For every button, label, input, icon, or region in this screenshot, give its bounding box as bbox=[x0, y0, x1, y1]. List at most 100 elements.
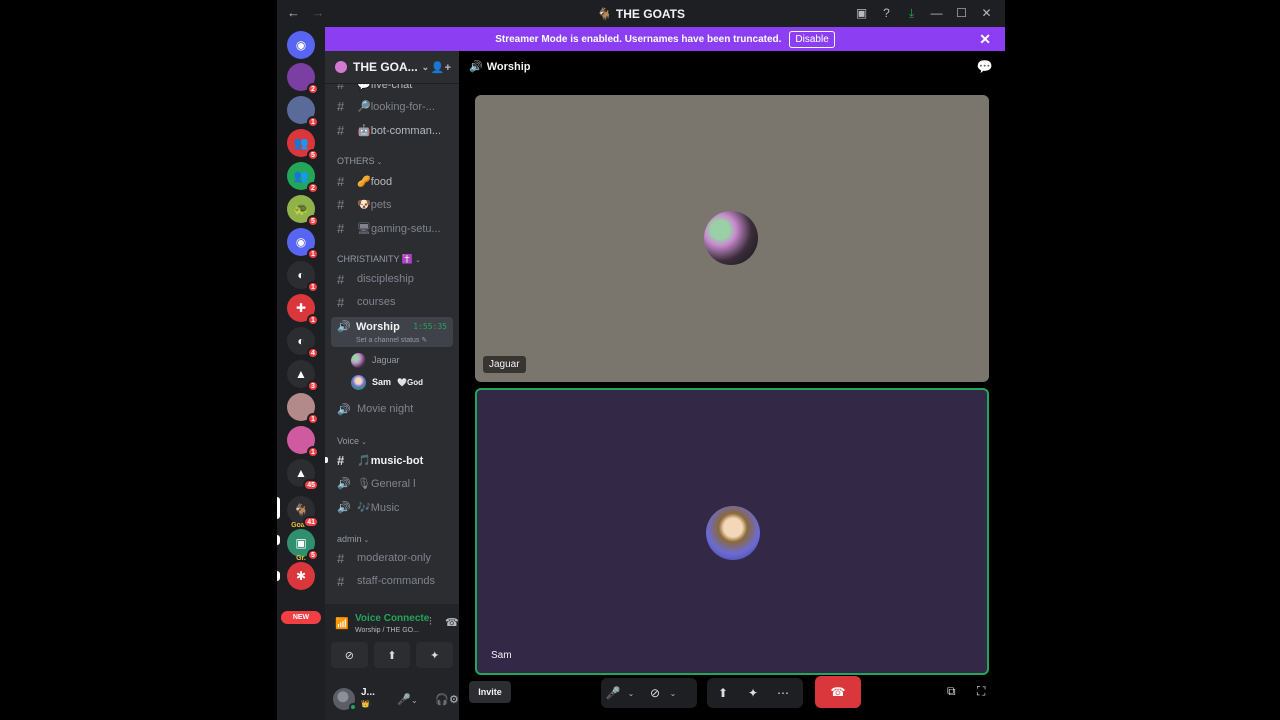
channel-staff-commands[interactable]: # staff-commands bbox=[331, 570, 453, 592]
microphone-icon[interactable]: 🎤 bbox=[397, 693, 411, 706]
pop-out-icon[interactable]: ⧉ bbox=[947, 684, 956, 699]
server-icon[interactable]: ◐ 1 bbox=[287, 261, 319, 293]
server-icon[interactable]: ✱ bbox=[287, 562, 315, 590]
activities-icon[interactable]: ✦ bbox=[741, 686, 765, 700]
server-icon[interactable]: ▲ 3 bbox=[287, 360, 319, 392]
mention-badge: 5 bbox=[307, 149, 319, 161]
banner-close-icon[interactable]: ✕ bbox=[979, 31, 991, 48]
minimize-icon[interactable]: — bbox=[924, 4, 949, 22]
signal-icon[interactable]: 📶 bbox=[335, 617, 349, 630]
hash-icon: # bbox=[337, 550, 345, 566]
server-icon[interactable]: 1 bbox=[287, 393, 319, 425]
maximize-icon[interactable]: ☐ bbox=[949, 4, 974, 22]
screen-share-icon[interactable]: ⬆ bbox=[711, 686, 735, 700]
speaker-icon: 🔊 bbox=[337, 477, 351, 490]
participant-tile-sam[interactable]: Sam bbox=[475, 388, 989, 675]
hang-up-button[interactable]: ☎ bbox=[815, 676, 861, 708]
category-voice[interactable]: Voice ⌄ bbox=[337, 436, 367, 446]
speaker-icon: 🔊 bbox=[337, 403, 351, 416]
guild-name: THE GOA... bbox=[353, 60, 418, 74]
guild-header[interactable]: THE GOA... ⌄ 👤+ bbox=[325, 51, 459, 84]
channel-music-bot[interactable]: # 🎵music-bot bbox=[331, 449, 453, 471]
invite-button[interactable]: Invite bbox=[469, 681, 511, 703]
channel-sidebar: THE GOA... ⌄ 👤+ # 💬five-chat # 🔎looking-fo… bbox=[325, 51, 459, 720]
voice-channel-general[interactable]: 🔊 🎙General l bbox=[331, 472, 453, 494]
microphone-icon[interactable]: 🎤 bbox=[601, 686, 625, 700]
user-name[interactable]: J... bbox=[361, 687, 375, 698]
server-icon[interactable]: ◉ 1 bbox=[287, 228, 319, 260]
server-icon[interactable]: ▣ Gr. 5 bbox=[287, 529, 319, 562]
mention-badge: 1 bbox=[307, 281, 319, 293]
server-icon[interactable]: 👥 2 bbox=[287, 162, 319, 194]
voice-call-area: 🔊 Worship 💬 Jaguar Sam Invite 🎤 ⌄ ⊘ ⌄ ⬆ ✦… bbox=[459, 51, 1005, 720]
invite-people-icon[interactable]: 👤+ bbox=[431, 61, 451, 74]
user-panel: J... 👑· 🎤 ⌄ 🎧 ⚙ bbox=[325, 678, 459, 720]
download-icon[interactable]: ⤓ bbox=[899, 4, 924, 22]
server-icon[interactable]: 1 bbox=[287, 426, 319, 458]
hash-icon: # bbox=[337, 271, 345, 287]
noise-suppression-icon[interactable]: ⫶ bbox=[429, 616, 432, 629]
close-icon[interactable]: ✕ bbox=[974, 4, 999, 22]
server-icon[interactable]: 1 bbox=[287, 96, 319, 128]
server-icon[interactable]: ✚ 1 bbox=[287, 294, 319, 326]
voice-channel-worship[interactable]: 🔊 Worship 1:55:35 Set a channel status ✎ bbox=[331, 317, 453, 347]
hash-icon: # bbox=[337, 220, 345, 236]
category-others[interactable]: OTHERS ⌄ bbox=[337, 156, 382, 166]
hash-icon: # bbox=[337, 98, 345, 114]
call-header: 🔊 Worship bbox=[469, 60, 531, 73]
help-icon[interactable]: ? bbox=[874, 4, 899, 22]
hash-icon: # bbox=[337, 122, 345, 138]
server-icon[interactable]: ▲ 45 bbox=[287, 459, 319, 491]
channel-gaming-setup[interactable]: # 🖥gaming-setu... bbox=[331, 217, 453, 239]
camera-off-button[interactable]: ⊘ bbox=[331, 642, 368, 668]
camera-off-icon[interactable]: ⊘ bbox=[643, 686, 667, 700]
server-icon[interactable]: 👥 5 bbox=[287, 129, 319, 161]
more-options-icon[interactable]: ⋯ bbox=[771, 686, 795, 700]
gear-icon[interactable]: ⚙ bbox=[449, 693, 459, 706]
chevron-down-icon[interactable]: ⌄ bbox=[625, 689, 637, 698]
voice-user-sam[interactable]: Sam 🤍God bbox=[351, 373, 423, 391]
voice-connected-subtitle[interactable]: Worship / THE GO... bbox=[355, 627, 419, 634]
share-activity-group: ⬆ ✦ ⋯ bbox=[707, 678, 803, 708]
voice-channel-movie-night[interactable]: 🔊 Movie night bbox=[331, 398, 453, 420]
category-christianity[interactable]: CHRISTIANITY ✝️ ⌄ bbox=[337, 254, 421, 265]
fullscreen-icon[interactable]: ⛶ bbox=[977, 684, 985, 699]
headphones-icon[interactable]: 🎧 bbox=[435, 693, 449, 706]
channel-looking-for[interactable]: # 🔎looking-for-... bbox=[331, 95, 453, 117]
server-icon[interactable]: 🐐 Goats 41 bbox=[287, 496, 319, 529]
avatar bbox=[351, 374, 366, 390]
mention-badge: 1 bbox=[307, 413, 319, 425]
hash-icon: # bbox=[337, 294, 345, 310]
channel-food[interactable]: # 🥜food bbox=[331, 170, 453, 192]
chevron-down-icon[interactable]: ⌄ bbox=[411, 696, 418, 705]
screen-share-button[interactable]: ⬆ bbox=[373, 642, 411, 668]
voice-channel-music[interactable]: 🔊 🎶Music bbox=[331, 496, 453, 518]
chevron-down-icon[interactable]: ⌄ bbox=[667, 689, 679, 698]
chat-bubble-icon[interactable]: 💬 bbox=[977, 59, 993, 75]
channel-bot-commands[interactable]: # 🤖bot-comman... bbox=[331, 119, 453, 141]
server-icon[interactable]: 2 bbox=[287, 63, 319, 95]
channel-pets[interactable]: # 🐶pets bbox=[331, 193, 453, 215]
server-icon[interactable]: ◐ 4 bbox=[287, 327, 319, 359]
disconnect-icon[interactable]: ☎ bbox=[445, 616, 459, 629]
voice-connected-title[interactable]: Voice Connected bbox=[355, 613, 429, 624]
hash-icon: # bbox=[337, 173, 345, 189]
activities-button[interactable]: ✦ bbox=[416, 642, 454, 668]
worship-channel-name: Worship bbox=[356, 321, 400, 333]
server-icon[interactable]: 🐢 5 bbox=[287, 195, 319, 227]
discord-home-icon[interactable]: ◉ bbox=[287, 31, 315, 59]
hash-icon: # bbox=[337, 452, 345, 468]
online-status bbox=[349, 703, 357, 711]
title-bar: ← → 🐐 THE GOATS ▣ ? ⤓ — ☐ ✕ bbox=[277, 0, 1005, 27]
channel-courses[interactable]: # courses bbox=[331, 291, 453, 313]
window-controls: ▣ ? ⤓ — ☐ ✕ bbox=[849, 4, 999, 22]
voice-user-jaguar[interactable]: Jaguar bbox=[351, 351, 400, 369]
inbox-icon[interactable]: ▣ bbox=[849, 4, 874, 22]
chevron-down-icon: ⌄ bbox=[421, 61, 430, 72]
channel-moderator-only[interactable]: # moderator-only bbox=[331, 547, 453, 569]
category-admin[interactable]: admin ⌄ bbox=[337, 534, 369, 544]
channel-discipleship[interactable]: # discipleship bbox=[331, 268, 453, 290]
disable-streamer-mode-button[interactable]: Disable bbox=[789, 30, 835, 48]
set-channel-status[interactable]: Set a channel status ✎ bbox=[356, 336, 427, 344]
participant-tile-jaguar[interactable]: Jaguar bbox=[475, 95, 989, 382]
